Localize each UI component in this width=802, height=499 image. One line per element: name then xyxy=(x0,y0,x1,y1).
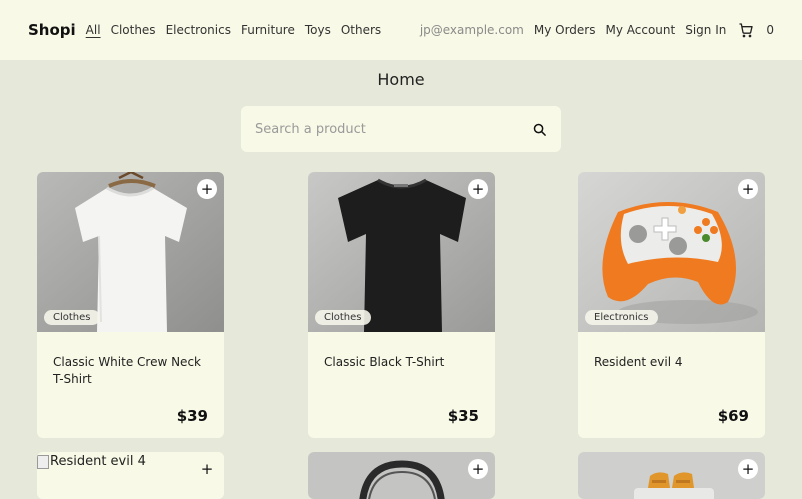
plus-icon: + xyxy=(471,179,485,198)
product-info: Classic White Crew Neck T-Shirt $39 xyxy=(37,332,224,438)
nav-category-others[interactable]: Others xyxy=(341,23,381,37)
search-button[interactable] xyxy=(532,122,547,137)
game-controller-image xyxy=(578,172,765,332)
brand-logo[interactable]: Shopi xyxy=(28,21,76,39)
search-icon xyxy=(533,123,546,136)
category-badge: Clothes xyxy=(315,310,371,325)
sign-in-link[interactable]: Sign In xyxy=(685,23,726,37)
plus-icon: + xyxy=(200,179,214,198)
product-card[interactable]: Resident evil 4 + xyxy=(37,452,224,499)
add-to-cart-button[interactable]: + xyxy=(197,459,217,479)
product-card[interactable]: Electronics + Resident evil 4 $69 xyxy=(578,172,765,438)
add-to-cart-button[interactable]: + xyxy=(468,179,488,199)
white-tshirt-image xyxy=(37,172,224,332)
my-account-link[interactable]: My Account xyxy=(605,23,675,37)
nav-category-clothes[interactable]: Clothes xyxy=(111,23,156,37)
user-email: jp@example.com xyxy=(419,23,524,37)
product-card[interactable]: + xyxy=(578,452,765,499)
image-alt-text: Resident evil 4 xyxy=(50,454,146,469)
search-box xyxy=(241,106,561,152)
product-image[interactable]: Clothes + xyxy=(37,172,224,332)
add-to-cart-button[interactable]: + xyxy=(738,179,758,199)
nav-right: jp@example.com My Orders My Account Sign… xyxy=(420,22,774,38)
nav-category-all[interactable]: All xyxy=(86,23,101,37)
product-image[interactable]: Electronics + xyxy=(578,172,765,332)
product-price: $35 xyxy=(447,407,479,425)
product-name: Classic White Crew Neck T-Shirt xyxy=(53,355,201,386)
category-badge: Electronics xyxy=(585,310,658,325)
cart-count: 0 xyxy=(766,23,774,37)
product-image[interactable]: Resident evil 4 + xyxy=(37,452,224,499)
broken-image-icon xyxy=(37,454,49,469)
product-image[interactable]: Clothes + xyxy=(308,172,495,332)
black-tshirt-image xyxy=(308,172,495,332)
nav-left: Shopi All Clothes Electronics Furniture … xyxy=(28,21,391,39)
product-info: Resident evil 4 $69 xyxy=(578,332,765,438)
add-to-cart-button[interactable]: + xyxy=(197,179,217,199)
product-card[interactable]: Clothes + Classic White Crew Neck T-Shir… xyxy=(37,172,224,438)
shopping-cart-icon xyxy=(739,23,754,38)
product-price: $69 xyxy=(717,407,749,425)
broken-image: Resident evil 4 xyxy=(37,454,146,469)
product-card[interactable]: Clothes + Classic Black T-Shirt $35 xyxy=(308,172,495,438)
category-badge: Clothes xyxy=(44,310,100,325)
product-price: $39 xyxy=(176,407,208,425)
plus-icon: + xyxy=(741,459,755,478)
search-input[interactable] xyxy=(255,121,532,137)
add-to-cart-button[interactable]: + xyxy=(468,459,488,479)
headphones-image xyxy=(308,452,495,499)
plus-icon: + xyxy=(200,459,214,478)
nav-category-toys[interactable]: Toys xyxy=(305,23,331,37)
product-info: Classic Black T-Shirt $35 xyxy=(308,332,495,438)
product-card[interactable]: + xyxy=(308,452,495,499)
nav-category-electronics[interactable]: Electronics xyxy=(166,23,231,37)
product-name: Resident evil 4 xyxy=(594,355,683,369)
add-to-cart-button[interactable]: + xyxy=(738,459,758,479)
my-orders-link[interactable]: My Orders xyxy=(534,23,596,37)
plus-icon: + xyxy=(471,459,485,478)
page-title: Home xyxy=(377,70,425,89)
top-navbar: Shopi All Clothes Electronics Furniture … xyxy=(0,0,802,60)
toaster-image xyxy=(578,452,765,499)
product-image[interactable]: + xyxy=(308,452,495,499)
product-image[interactable]: + xyxy=(578,452,765,499)
product-name: Classic Black T-Shirt xyxy=(324,355,445,369)
plus-icon: + xyxy=(741,179,755,198)
cart-button[interactable]: 0 xyxy=(738,22,774,38)
nav-category-furniture[interactable]: Furniture xyxy=(241,23,295,37)
